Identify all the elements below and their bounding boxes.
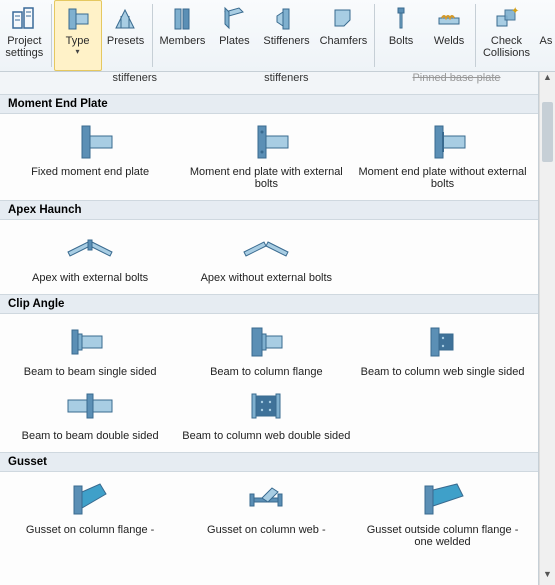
gallery-item[interactable]: Gusset on column web -	[178, 476, 354, 552]
item-label: Beam to column flange	[210, 366, 323, 378]
item-label: Moment end plate without external bolts	[358, 166, 526, 190]
section-grid-moment-end-plate: Fixed moment end plate Moment end plate …	[0, 114, 538, 200]
chamfers-label: Chamfers	[320, 35, 368, 47]
gallery-item[interactable]: Beam to column flange	[178, 318, 354, 382]
thumb-icon	[62, 480, 118, 520]
thumb-icon	[415, 480, 471, 520]
section-header-gusset: Gusset	[0, 452, 538, 472]
section-header-apex-haunch: Apex Haunch	[0, 200, 538, 220]
scroll-up-icon[interactable]: ▲	[540, 72, 555, 88]
item-label: Apex with external bolts	[32, 272, 148, 284]
item-label: Beam to beam single sided	[24, 366, 157, 378]
ribbon-separator	[475, 4, 476, 67]
plates-label: Plates	[219, 35, 250, 47]
item-label: Beam to column web single sided	[361, 366, 525, 378]
partial-label-left: stiffeners	[0, 72, 178, 94]
item-label: Gusset on column flange -	[26, 524, 154, 536]
type-icon	[64, 5, 92, 33]
gallery-item[interactable]: Beam to column web single sided	[354, 318, 530, 382]
partial-icon	[539, 5, 553, 33]
presets-label: Presets	[107, 35, 144, 47]
gallery-item[interactable]: Beam to beam double sided	[2, 382, 178, 446]
welds-button[interactable]: Welds	[425, 0, 473, 71]
scroll-down-icon[interactable]: ▼	[540, 569, 555, 585]
plates-icon	[220, 5, 248, 33]
ribbon-separator	[374, 4, 375, 67]
project-settings-label: Project settings	[5, 35, 43, 59]
stiffeners-label: Stiffeners	[263, 35, 309, 47]
section-grid-gusset: Gusset on column flange - Gusset on colu…	[0, 472, 538, 558]
members-button[interactable]: Members	[155, 0, 211, 71]
stiffeners-icon	[272, 5, 300, 33]
check-collisions-icon: ✦	[492, 5, 520, 33]
chamfers-icon	[329, 5, 357, 33]
presets-button[interactable]: Presets	[102, 0, 150, 71]
thumb-icon	[62, 122, 118, 162]
bolts-button[interactable]: Bolts	[377, 0, 425, 71]
gallery-item[interactable]: Moment end plate without external bolts	[354, 118, 530, 194]
item-label: Gusset on column web -	[207, 524, 326, 536]
thumb-icon	[238, 122, 294, 162]
gallery-item[interactable]: Apex without external bolts	[178, 224, 354, 288]
thumb-icon	[238, 480, 294, 520]
item-label: Gusset outside column flange - one welde…	[358, 524, 526, 548]
gallery-scroll-area: stiffeners stiffeners Pinned base plate …	[0, 72, 555, 585]
item-label: Fixed moment end plate	[31, 166, 149, 178]
ribbon-separator	[152, 4, 153, 67]
partial-row-above: stiffeners stiffeners Pinned base plate	[0, 72, 538, 94]
welds-label: Welds	[434, 35, 464, 47]
project-settings-button[interactable]: Project settings	[0, 0, 49, 71]
section-grid-clip-angle: Beam to beam single sided Beam to column…	[0, 314, 538, 452]
thumb-icon	[62, 386, 118, 426]
thumb-icon	[238, 322, 294, 362]
thumb-icon	[62, 322, 118, 362]
item-label: Beam to beam double sided	[22, 430, 159, 442]
partial-label: As	[540, 35, 553, 47]
gallery-item[interactable]: Fixed moment end plate	[2, 118, 178, 194]
scroll-thumb[interactable]	[542, 102, 553, 162]
bolts-icon	[387, 5, 415, 33]
ribbon-toolbar: Project settings Type ▾ Presets Members …	[0, 0, 555, 72]
section-grid-apex-haunch: Apex with external bolts Apex without ex…	[0, 220, 538, 294]
type-dropdown-button[interactable]: Type ▾	[54, 0, 102, 71]
thumb-icon	[62, 228, 118, 268]
bolts-label: Bolts	[389, 35, 413, 47]
chamfers-button[interactable]: Chamfers	[315, 0, 373, 71]
partial-label-mid: stiffeners	[178, 72, 356, 94]
section-header-clip-angle: Clip Angle	[0, 294, 538, 314]
thumb-icon	[415, 122, 471, 162]
presets-icon	[112, 5, 140, 33]
project-settings-icon	[10, 5, 38, 33]
type-gallery: stiffeners stiffeners Pinned base plate …	[0, 72, 539, 585]
gallery-item[interactable]: Gusset on column flange -	[2, 476, 178, 552]
stiffeners-button[interactable]: Stiffeners	[258, 0, 314, 71]
section-header-moment-end-plate: Moment End Plate	[0, 94, 538, 114]
vertical-scrollbar[interactable]: ▲ ▼	[539, 72, 555, 585]
plates-button[interactable]: Plates	[210, 0, 258, 71]
members-icon	[168, 5, 196, 33]
gallery-item[interactable]: Apex with external bolts	[2, 224, 178, 288]
ribbon-separator	[51, 4, 52, 67]
chevron-down-icon: ▾	[76, 47, 80, 56]
check-collisions-label: Check Collisions	[483, 35, 530, 59]
check-collisions-button[interactable]: ✦ Check Collisions	[478, 0, 535, 71]
ribbon-partial-button[interactable]: As	[535, 0, 555, 71]
item-label: Beam to column web double sided	[182, 430, 350, 442]
type-label: Type	[66, 35, 90, 47]
item-label: Apex without external bolts	[201, 272, 332, 284]
gallery-item[interactable]: Beam to beam single sided	[2, 318, 178, 382]
svg-text:✦: ✦	[511, 6, 519, 17]
gallery-item[interactable]: Gusset outside column flange - one welde…	[354, 476, 530, 552]
gallery-item[interactable]: Moment end plate with external bolts	[178, 118, 354, 194]
thumb-icon	[415, 322, 471, 362]
gallery-item[interactable]: Beam to column web double sided	[178, 382, 354, 446]
welds-icon	[435, 5, 463, 33]
thumb-icon	[238, 386, 294, 426]
members-label: Members	[160, 35, 206, 47]
item-label: Moment end plate with external bolts	[182, 166, 350, 190]
thumb-icon	[238, 228, 294, 268]
partial-label-right: Pinned base plate	[355, 72, 538, 94]
